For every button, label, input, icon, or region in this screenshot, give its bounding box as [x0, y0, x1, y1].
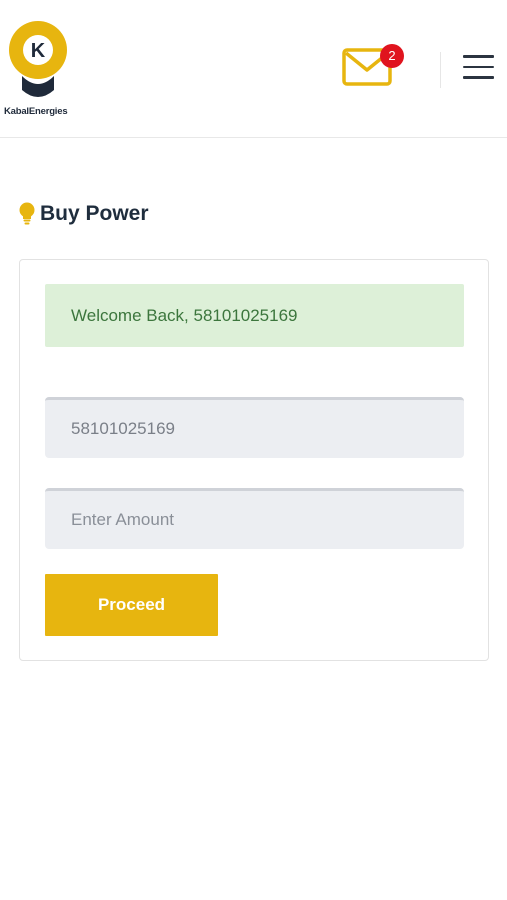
welcome-alert: Welcome Back, 58101025169: [45, 284, 464, 347]
buy-power-card: Welcome Back, 58101025169 Proceed: [19, 259, 489, 661]
page-title: Buy Power: [18, 200, 149, 228]
amount-field[interactable]: [45, 488, 464, 549]
header-divider: [440, 52, 441, 88]
kabal-logo-icon[interactable]: K: [4, 20, 84, 120]
hamburger-menu-icon[interactable]: [463, 55, 497, 83]
app-header: K KabalEnergies 2: [0, 0, 507, 138]
brand-name: KabalEnergies: [4, 106, 68, 117]
logo-letter: K: [31, 40, 46, 62]
meter-number-field[interactable]: [45, 397, 464, 458]
page-title-text: Buy Power: [40, 202, 149, 225]
lightbulb-icon: [19, 202, 35, 225]
proceed-button[interactable]: Proceed: [45, 574, 218, 636]
notification-badge: 2: [380, 44, 404, 68]
